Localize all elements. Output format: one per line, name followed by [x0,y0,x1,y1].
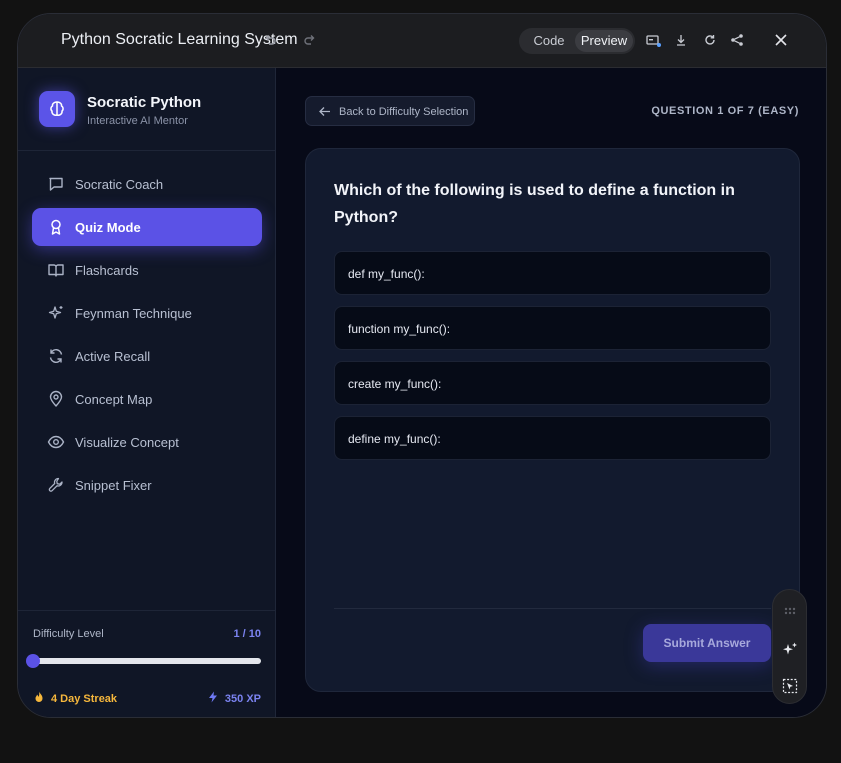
answer-option[interactable]: def my_func(): [334,251,771,295]
sidebar-item-snippet-fixer[interactable]: Snippet Fixer [32,466,262,504]
magic-sparkle-icon[interactable] [782,641,798,657]
sidebar-item-active-recall[interactable]: Active Recall [32,337,262,375]
drag-handle-icon[interactable] [782,603,798,619]
difficulty-slider-thumb[interactable] [26,654,40,668]
difficulty-slider[interactable] [26,654,261,668]
submit-answer-button[interactable]: Submit Answer [643,624,771,662]
tool-palette [772,589,807,704]
map-pin-icon [47,390,65,408]
undo-icon[interactable] [262,32,278,48]
answer-option-label: create my_func(): [348,377,442,391]
quiz-card: Which of the following is used to define… [305,148,800,692]
refresh-icon[interactable] [702,32,718,48]
award-icon [47,218,65,236]
sidebar-item-label: Concept Map [75,392,153,407]
divider [334,608,771,609]
code-view-button[interactable]: Code [523,30,575,52]
main-panel: Back to Difficulty Selection QUESTION 1 … [276,68,826,717]
download-icon[interactable] [673,32,689,48]
xp-text: 350 XP [224,693,261,705]
brand: Socratic Python Interactive AI Mentor [39,91,269,131]
answer-option[interactable]: define my_func(): [334,416,771,460]
difficulty-value: 1 / 10 [233,628,261,640]
back-to-difficulty-button[interactable]: Back to Difficulty Selection [305,96,475,126]
close-icon[interactable] [773,32,789,48]
eye-icon [47,433,65,451]
answer-options: def my_func(): function my_func(): creat… [334,251,771,471]
brand-name: Socratic Python [87,94,202,111]
streak-text: 4 Day Streak [51,693,118,705]
xp-badge: 350 XP [207,691,261,705]
difficulty-label: Difficulty Level [33,628,104,640]
preview-view-button[interactable]: Preview [575,30,633,52]
share-icon[interactable] [729,32,745,48]
sidebar-item-label: Socratic Coach [75,177,164,192]
open-book-icon [47,261,65,279]
answer-option[interactable]: create my_func(): [334,361,771,405]
app-window: Python Socratic Learning System Code Pre… [17,13,827,718]
question-text: Which of the following is used to define… [334,182,735,226]
sidebar: Socratic Python Interactive AI Mentor So… [18,68,276,717]
redo-icon[interactable] [302,32,318,48]
back-button-label: Back to Difficulty Selection [339,106,469,118]
divider [18,150,275,151]
sidebar-item-label: Active Recall [75,349,151,364]
sidebar-nav: Socratic Coach Quiz Mode Flashcards Feyn… [32,165,262,509]
answer-option-label: define my_func(): [348,432,441,446]
sidebar-item-concept-map[interactable]: Concept Map [32,380,262,418]
sidebar-item-label: Snippet Fixer [75,478,152,493]
sidebar-item-flashcards[interactable]: Flashcards [32,251,262,289]
sparkles-icon [47,304,65,322]
brain-icon [39,91,75,127]
sidebar-item-label: Feynman Technique [75,306,192,321]
sidebar-item-label: Visualize Concept [75,435,179,450]
sidebar-item-feynman-technique[interactable]: Feynman Technique [32,294,262,332]
question-counter: QUESTION 1 OF 7 (EASY) [651,105,799,117]
view-toggle: Code Preview [519,28,635,54]
answer-option-label: function my_func(): [348,322,451,336]
lightning-icon [208,691,217,703]
device-preview-icon[interactable] [645,32,661,48]
streak-badge: 4 Day Streak [33,691,117,705]
chat-bubble-icon [47,175,65,193]
refresh-cycle-icon [47,347,65,365]
select-element-icon[interactable] [782,678,798,694]
sidebar-item-label: Quiz Mode [75,220,141,235]
sidebar-item-visualize-concept[interactable]: Visualize Concept [32,423,262,461]
sidebar-item-quiz-mode[interactable]: Quiz Mode [32,208,262,246]
answer-option-label: def my_func(): [348,267,425,281]
answer-option[interactable]: function my_func(): [334,306,771,350]
submit-button-label: Submit Answer [663,636,751,650]
arrow-left-icon [319,107,330,116]
brand-subtitle: Interactive AI Mentor [87,115,188,127]
sidebar-item-socratic-coach[interactable]: Socratic Coach [32,165,262,203]
top-bar: Python Socratic Learning System Code Pre… [18,14,826,68]
flame-icon [35,691,43,702]
divider [18,610,275,611]
wrench-icon [47,476,65,494]
sidebar-item-label: Flashcards [75,263,139,278]
